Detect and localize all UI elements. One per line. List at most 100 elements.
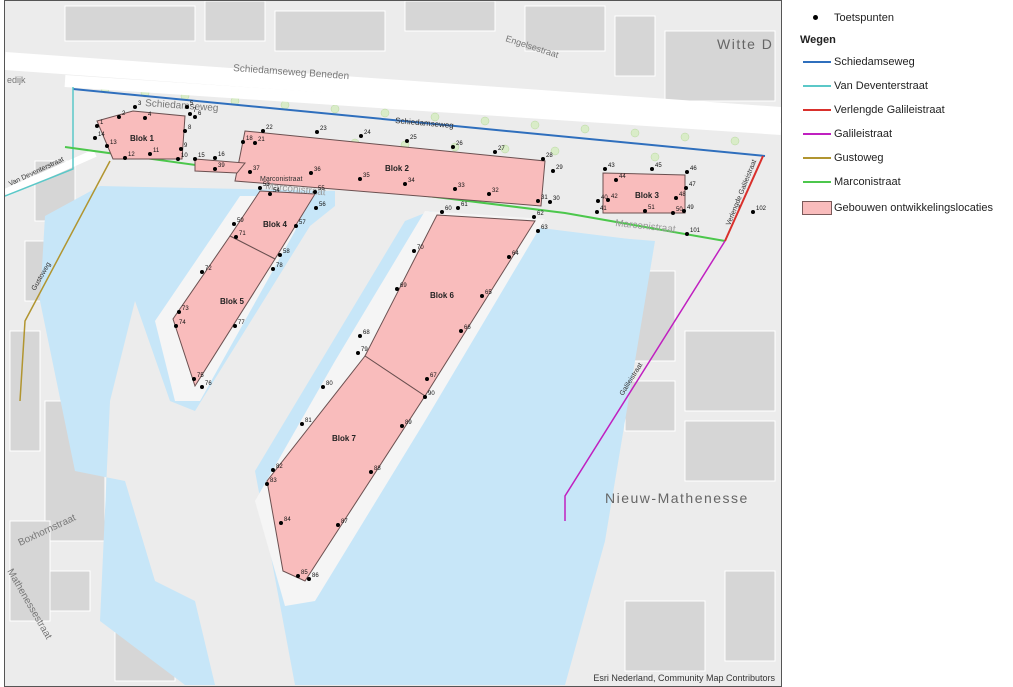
- test-point-65[interactable]: [480, 294, 484, 298]
- legend-road-schiedamseweg: Schiedamseweg: [800, 50, 1010, 74]
- test-point-87[interactable]: [336, 523, 340, 527]
- building-symbol: [802, 201, 832, 215]
- test-point-55[interactable]: [313, 190, 317, 194]
- test-point-27[interactable]: [493, 150, 497, 154]
- test-point-42[interactable]: [606, 198, 610, 202]
- test-point-label: 32: [492, 188, 499, 194]
- test-point-83[interactable]: [265, 482, 269, 486]
- test-point-57[interactable]: [294, 224, 298, 228]
- test-point-label: 47: [689, 182, 696, 188]
- test-point-15[interactable]: [193, 157, 197, 161]
- test-point-69[interactable]: [395, 287, 399, 291]
- legend-road-gustoweg: Gustoweg: [800, 146, 1010, 170]
- test-point-71[interactable]: [234, 235, 238, 239]
- test-point-16[interactable]: [213, 156, 217, 160]
- test-point-label: 81: [305, 418, 312, 424]
- test-point-89[interactable]: [400, 424, 404, 428]
- test-point-1[interactable]: [95, 124, 99, 128]
- legend-buildings: Gebouwen ontwikkelingslocaties: [800, 196, 1010, 220]
- test-point-label: 74: [179, 320, 186, 326]
- test-point-6[interactable]: [193, 115, 197, 119]
- test-point-56[interactable]: [314, 206, 318, 210]
- test-point-79[interactable]: [356, 351, 360, 355]
- test-point-102[interactable]: [751, 210, 755, 214]
- test-point-53[interactable]: [258, 186, 262, 190]
- test-point-5[interactable]: [185, 105, 189, 109]
- test-point-22[interactable]: [261, 129, 265, 133]
- test-point-85[interactable]: [296, 574, 300, 578]
- test-point-31[interactable]: [536, 199, 540, 203]
- test-point-88[interactable]: [369, 470, 373, 474]
- map-panel[interactable]: Witte D Nieuw-Mathenesse Schiedamseweg B…: [4, 0, 782, 687]
- test-point-74[interactable]: [174, 324, 178, 328]
- test-point-14[interactable]: [93, 136, 97, 140]
- test-point-35[interactable]: [358, 177, 362, 181]
- test-point-47[interactable]: [684, 186, 688, 190]
- test-point-78[interactable]: [271, 267, 275, 271]
- test-point-32[interactable]: [487, 192, 491, 196]
- test-point-29[interactable]: [551, 169, 555, 173]
- test-point-30[interactable]: [548, 200, 552, 204]
- test-point-4[interactable]: [143, 116, 147, 120]
- test-point-60[interactable]: [440, 210, 444, 214]
- test-point-66[interactable]: [459, 329, 463, 333]
- test-point-8[interactable]: [183, 129, 187, 133]
- test-point-73[interactable]: [177, 310, 181, 314]
- test-point-9[interactable]: [179, 147, 183, 151]
- test-point-64[interactable]: [507, 255, 511, 259]
- test-point-50[interactable]: [671, 211, 675, 215]
- test-point-76[interactable]: [200, 385, 204, 389]
- test-point-62[interactable]: [532, 215, 536, 219]
- test-point-43[interactable]: [603, 167, 607, 171]
- test-point-72[interactable]: [200, 270, 204, 274]
- test-point-33[interactable]: [453, 187, 457, 191]
- test-point-18[interactable]: [241, 140, 245, 144]
- test-point-label: 79: [361, 347, 368, 353]
- test-point-46[interactable]: [685, 170, 689, 174]
- test-point-11[interactable]: [148, 152, 152, 156]
- test-point-82[interactable]: [271, 468, 275, 472]
- test-point-2[interactable]: [117, 115, 121, 119]
- test-point-75[interactable]: [192, 377, 196, 381]
- test-point-28[interactable]: [541, 157, 545, 161]
- test-point-10[interactable]: [176, 157, 180, 161]
- test-point-12[interactable]: [123, 156, 127, 160]
- test-point-51[interactable]: [643, 209, 647, 213]
- test-point-77[interactable]: [233, 324, 237, 328]
- test-point-label: 37: [253, 166, 260, 172]
- map-canvas[interactable]: Witte D Nieuw-Mathenesse Schiedamseweg B…: [5, 1, 781, 686]
- test-point-61[interactable]: [456, 206, 460, 210]
- test-point-54[interactable]: [268, 192, 272, 196]
- test-point-67[interactable]: [425, 377, 429, 381]
- test-point-80[interactable]: [321, 385, 325, 389]
- test-point-45[interactable]: [650, 167, 654, 171]
- test-point-70[interactable]: [412, 249, 416, 253]
- test-point-40[interactable]: [596, 199, 600, 203]
- test-point-21[interactable]: [253, 141, 257, 145]
- test-point-44[interactable]: [614, 178, 618, 182]
- test-point-68[interactable]: [358, 334, 362, 338]
- test-point-81[interactable]: [300, 422, 304, 426]
- test-point-39[interactable]: [213, 167, 217, 171]
- test-point-84[interactable]: [279, 521, 283, 525]
- test-point-90[interactable]: [423, 395, 427, 399]
- test-point-24[interactable]: [359, 134, 363, 138]
- test-point-23[interactable]: [315, 130, 319, 134]
- test-point-label: 51: [648, 205, 655, 211]
- test-point-86[interactable]: [307, 577, 311, 581]
- test-point-3[interactable]: [133, 105, 137, 109]
- test-point-7[interactable]: [188, 112, 192, 116]
- test-point-48[interactable]: [674, 196, 678, 200]
- test-point-36[interactable]: [309, 171, 313, 175]
- test-point-59[interactable]: [232, 222, 236, 226]
- test-point-25[interactable]: [405, 139, 409, 143]
- test-point-34[interactable]: [403, 182, 407, 186]
- test-point-13[interactable]: [105, 144, 109, 148]
- test-point-41[interactable]: [595, 210, 599, 214]
- test-point-label: 44: [619, 174, 626, 180]
- test-point-26[interactable]: [451, 145, 455, 149]
- test-point-37[interactable]: [248, 170, 252, 174]
- test-point-101[interactable]: [685, 232, 689, 236]
- test-point-63[interactable]: [536, 229, 540, 233]
- test-point-58[interactable]: [278, 253, 282, 257]
